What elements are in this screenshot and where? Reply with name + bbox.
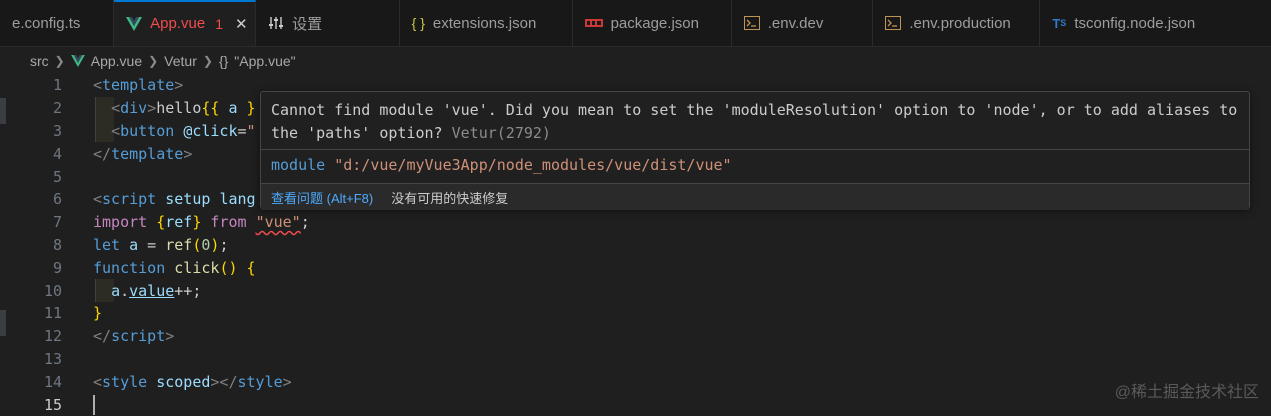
tab-env-dev[interactable]: .env.dev	[731, 0, 874, 46]
hover-tooltip: Cannot find module 'vue'. Did you mean t…	[260, 91, 1250, 210]
code-line: 8 let a = ref(0);	[0, 234, 1271, 257]
code-text: import {ref} from "vue";	[93, 213, 310, 232]
tab-label: package.json	[610, 14, 699, 32]
line-number: 10	[43, 281, 62, 300]
code-line-current: 15	[0, 393, 1271, 416]
tab-e-config-ts[interactable]: e.config.ts	[0, 0, 115, 46]
line-number: 4	[52, 144, 62, 163]
code-line: 10 a.value++;	[0, 279, 1271, 302]
watermark: @稀土掘金技术社区	[1114, 384, 1259, 401]
tab-env-production[interactable]: .env.production	[873, 0, 1041, 46]
chevron-right-icon: ❯	[148, 54, 159, 68]
code-text: </script>	[93, 327, 175, 346]
divider	[261, 149, 1249, 150]
breadcrumb-item-vetur[interactable]: Vetur	[164, 53, 197, 69]
tab-label: extensions.json	[432, 14, 537, 32]
vue-icon	[126, 16, 143, 31]
code-text: <div>hello{{ a }	[111, 99, 256, 118]
code-line: 13	[0, 348, 1271, 371]
settings-sliders-icon	[268, 16, 284, 30]
npm-icon	[584, 19, 603, 27]
line-number: 2	[52, 99, 62, 118]
close-icon[interactable]: ✕	[235, 15, 248, 33]
module-path: "d:/vue/myVue3App/node_modules/vue/dist/…	[334, 156, 732, 174]
braces-icon: {}	[218, 53, 229, 69]
chevron-right-icon: ❯	[202, 54, 213, 68]
code-line: 14 <style scoped></style>	[0, 370, 1271, 393]
code-text: <template>	[93, 76, 184, 95]
line-number: 1	[52, 76, 62, 95]
error-text: Cannot find module 'vue'. Did you mean t…	[271, 101, 1238, 142]
vue-icon	[70, 55, 85, 67]
line-number: 7	[52, 213, 62, 232]
editor-tab-bar: e.config.ts App.vue 1 ✕ 设置 { } extension…	[0, 0, 1271, 47]
line-number: 9	[52, 258, 62, 277]
module-signature: module "d:/vue/myVue3App/node_modules/vu…	[271, 156, 732, 174]
tab-label: .env.production	[909, 14, 1011, 32]
code-text: a.value++;	[111, 281, 202, 300]
code-text: }	[93, 304, 103, 323]
tab-settings[interactable]: 设置	[256, 0, 400, 46]
code-text: function click() {	[93, 258, 256, 277]
line-number: 13	[43, 349, 62, 368]
tab-app-vue[interactable]: App.vue 1 ✕	[114, 0, 257, 46]
tab-label: tsconfig.node.json	[1074, 14, 1196, 32]
code-text: <button @click="	[111, 121, 256, 140]
diagnostic-message: Cannot find module 'vue'. Did you mean t…	[271, 99, 1241, 144]
tsconfig-icon: TS	[1052, 15, 1067, 31]
code-line: 9 function click() {	[0, 256, 1271, 279]
line-number: 3	[52, 121, 62, 140]
chevron-right-icon: ❯	[54, 54, 65, 68]
code-line: 7 import {ref} from "vue";	[0, 211, 1271, 234]
diagnostic-source: Vetur(2792)	[451, 123, 551, 142]
line-number: 6	[52, 190, 62, 209]
terminal-icon	[885, 16, 902, 30]
tab-label: App.vue	[150, 15, 206, 32]
tab-label: 设置	[292, 15, 323, 33]
code-text: <style scoped></style>	[93, 372, 292, 391]
tab-label: e.config.ts	[12, 14, 81, 32]
code-text: </template>	[93, 144, 193, 163]
code-line: 11 }	[0, 302, 1271, 325]
breadcrumb-item-src[interactable]: src	[30, 53, 49, 69]
line-number: 8	[52, 235, 62, 254]
line-number: 5	[52, 167, 62, 186]
tab-label: .env.dev	[767, 14, 824, 32]
module-keyword: module	[271, 156, 326, 174]
view-problem-link[interactable]: 查看问题 (Alt+F8)	[271, 188, 373, 207]
tab-extensions-json[interactable]: { } extensions.json	[399, 0, 573, 46]
text-cursor	[93, 394, 95, 415]
line-number: 11	[43, 304, 62, 323]
terminal-icon	[743, 16, 760, 30]
code-text: <script setup lang	[93, 190, 256, 209]
line-number: 14	[43, 372, 62, 391]
problem-count-badge: 1	[215, 15, 223, 32]
breadcrumb-item-app-vue[interactable]: App.vue	[91, 53, 142, 69]
breadcrumb-item-symbol[interactable]: "App.vue"	[234, 53, 295, 69]
breadcrumb: src ❯ App.vue ❯ Vetur ❯ {} "App.vue"	[30, 48, 296, 74]
hover-status-bar: 查看问题 (Alt+F8) 没有可用的快速修复	[261, 183, 1249, 210]
tab-package-json[interactable]: package.json	[572, 0, 732, 46]
tab-tsconfig-node-json[interactable]: TS tsconfig.node.json	[1040, 0, 1271, 46]
json-braces-icon: { }	[411, 15, 425, 31]
line-number: 12	[43, 327, 62, 346]
no-quick-fix-text: 没有可用的快速修复	[391, 190, 509, 206]
code-line: 12 </script>	[0, 325, 1271, 348]
code-text: let a = ref(0);	[93, 235, 229, 254]
